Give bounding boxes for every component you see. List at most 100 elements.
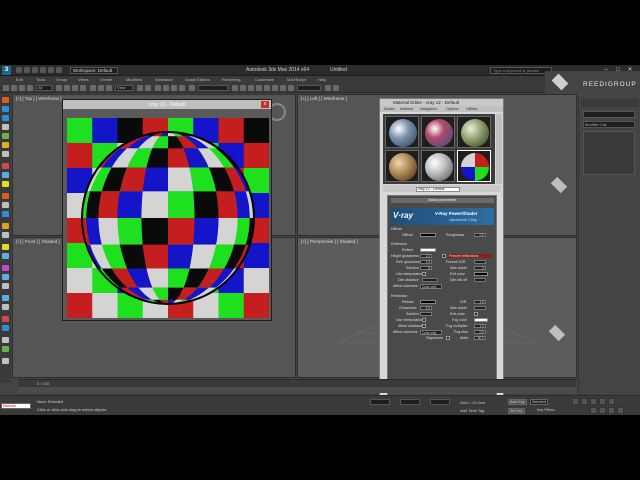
vray-icon[interactable]: [2, 316, 9, 322]
select-by-name-icon[interactable]: [64, 85, 70, 91]
roughness-spinner[interactable]: 0.0: [474, 233, 486, 237]
plane-icon[interactable]: [2, 133, 9, 139]
reference-coord-dropdown[interactable]: View: [115, 85, 133, 91]
affect-channels-dropdown[interactable]: Color only: [420, 284, 442, 289]
material-slot[interactable]: [421, 150, 455, 182]
systems-icon[interactable]: [2, 244, 9, 250]
y-coord-field[interactable]: [400, 399, 420, 405]
affect-shadows-checkbox[interactable]: [422, 324, 426, 328]
window-crossing-icon[interactable]: [80, 85, 86, 91]
render-production-icon[interactable]: [333, 85, 339, 91]
edit-named-selection-icon[interactable]: [189, 85, 195, 91]
material-slot[interactable]: [421, 116, 455, 148]
refr-subdivs-spinner[interactable]: [420, 312, 432, 316]
pan-icon[interactable]: [599, 407, 606, 414]
select-icon[interactable]: [56, 85, 62, 91]
percent-snap-icon[interactable]: [171, 85, 177, 91]
pivot-icon[interactable]: [137, 85, 143, 91]
redo-icon[interactable]: [48, 67, 54, 73]
material-name-field[interactable]: vray 12 - Default: [416, 187, 460, 192]
maxscript-listener[interactable]: Welcom: [1, 403, 31, 409]
light-icon[interactable]: [2, 142, 9, 148]
menu-material[interactable]: Material: [400, 107, 413, 111]
exit-color-refr-checkbox[interactable]: [474, 312, 478, 316]
snaps-icon[interactable]: [155, 85, 161, 91]
reflect-color-swatch[interactable]: [420, 248, 436, 252]
refr-use-interp-checkbox[interactable]: [422, 318, 426, 322]
material-slot[interactable]: [385, 150, 419, 182]
menu-animation[interactable]: Animation: [155, 77, 173, 82]
fog-bias-spinner[interactable]: 0.0: [474, 330, 486, 334]
modifier-stack[interactable]: [583, 131, 635, 175]
refr-affect-channels-dropdown[interactable]: Color only: [420, 330, 442, 335]
render-window-toolbar[interactable]: [65, 110, 269, 116]
menu-graph-editors[interactable]: Graph Editors: [185, 77, 210, 82]
menu-options[interactable]: Options: [446, 107, 458, 111]
render-type-dropdown[interactable]: [297, 85, 321, 91]
key-filters-button[interactable]: Key Filters...: [536, 408, 558, 414]
use-interp-checkbox[interactable]: [422, 272, 426, 276]
move-icon[interactable]: [90, 85, 96, 91]
curve-editor-icon[interactable]: [264, 85, 270, 91]
app-logo-icon[interactable]: 3: [2, 66, 11, 75]
menu-help[interactable]: Help: [318, 77, 326, 82]
mirror-icon[interactable]: [232, 85, 238, 91]
fog-color-swatch[interactable]: [474, 318, 488, 322]
spinner-snap-icon[interactable]: [179, 85, 185, 91]
material-slot[interactable]: [385, 116, 419, 148]
undo-icon[interactable]: [3, 85, 9, 91]
fresnel-checkbox[interactable]: [442, 254, 446, 258]
link-icon[interactable]: [19, 85, 25, 91]
helper-icon[interactable]: [2, 181, 9, 187]
particles-icon[interactable]: [2, 253, 9, 259]
render-window-titlebar[interactable]: vray 12 - Default x: [63, 100, 271, 109]
menu-customize[interactable]: Customize: [255, 77, 274, 82]
create-icon[interactable]: [2, 97, 9, 103]
redo-icon[interactable]: [11, 85, 17, 91]
hilight-gloss-spinner[interactable]: 1.0: [420, 254, 432, 258]
selection-filter-dropdown[interactable]: All: [36, 85, 52, 91]
geometry-icon[interactable]: [2, 202, 9, 208]
named-selection-dropdown[interactable]: [198, 85, 228, 91]
track-bar[interactable]: [18, 387, 576, 393]
paint-icon[interactable]: [2, 265, 9, 271]
prev-frame-icon[interactable]: [581, 398, 588, 405]
cylinder-icon[interactable]: [2, 124, 9, 130]
glossiness-spinner[interactable]: 1.0: [420, 306, 432, 310]
shapes-icon[interactable]: [2, 211, 9, 217]
menu-views[interactable]: Views: [78, 77, 89, 82]
save-icon[interactable]: [32, 67, 38, 73]
menu-navigation[interactable]: Navigation: [420, 107, 437, 111]
align-icon[interactable]: [240, 85, 246, 91]
menu-utilities[interactable]: Utilities: [466, 107, 478, 111]
new-icon[interactable]: [16, 67, 22, 73]
open-icon[interactable]: [24, 67, 30, 73]
abbe-spinner[interactable]: 50.0: [474, 336, 486, 340]
search-input[interactable]: Type a keyword or phrase: [490, 67, 552, 74]
fresnel-ior-spinner[interactable]: [474, 260, 486, 264]
material-side-toolbar[interactable]: [496, 114, 502, 184]
box-icon[interactable]: [2, 115, 9, 121]
goto-end-icon[interactable]: [608, 398, 615, 405]
dim-distance-spinner[interactable]: [422, 278, 438, 282]
menu-modifiers[interactable]: Modifiers: [126, 77, 142, 82]
render-frame-window-icon[interactable]: [325, 85, 331, 91]
menu-edit[interactable]: Edit: [16, 77, 23, 82]
project-folder-icon[interactable]: [56, 67, 62, 73]
selected-dropdown[interactable]: Selected: [530, 399, 548, 405]
exit-color-swatch[interactable]: [474, 272, 488, 276]
refract-color-swatch[interactable]: [420, 300, 436, 304]
command-panel-tabs[interactable]: [581, 99, 639, 107]
dispersion-checkbox[interactable]: [446, 336, 450, 340]
menu-create[interactable]: Create: [100, 77, 112, 82]
graphite-ribbon-icon[interactable]: [256, 85, 262, 91]
viewport-front-label[interactable]: [+] [ Front ] [ Shaded ]: [16, 239, 60, 244]
material-slot-active[interactable]: [457, 150, 491, 182]
play-icon[interactable]: [590, 398, 597, 405]
dim-falloff-spinner[interactable]: [474, 278, 486, 282]
select-manipulate-icon[interactable]: [145, 85, 151, 91]
sun-icon[interactable]: [2, 223, 9, 229]
viewport-top-label[interactable]: [+] [ Top ] [ Wireframe ]: [16, 96, 62, 101]
close-icon[interactable]: x: [261, 101, 269, 108]
next-frame-icon[interactable]: [599, 398, 606, 405]
